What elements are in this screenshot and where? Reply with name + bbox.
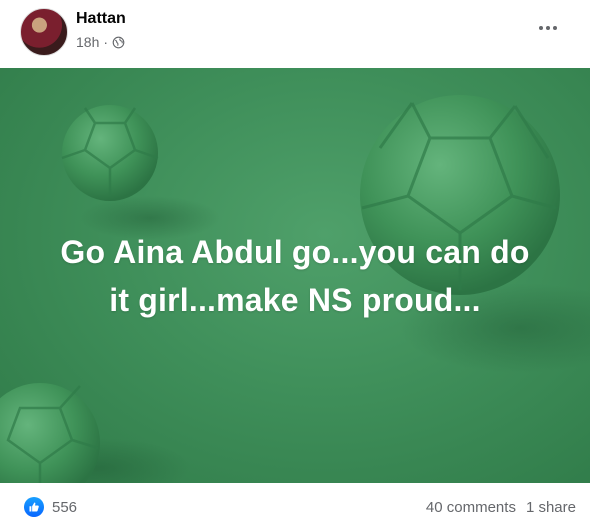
soccer-ball-bottom <box>0 383 100 483</box>
post-header: Hattan 18h · <box>0 0 590 68</box>
reaction-count[interactable]: 556 <box>52 499 77 516</box>
comments-count[interactable]: 40 comments <box>426 499 516 516</box>
avatar[interactable] <box>20 8 68 56</box>
engagement-stats: 40 comments 1 share <box>426 499 576 516</box>
post-meta: 18h · <box>76 34 125 50</box>
post-background-image: Go Aina Abdul go...you can do it girl...… <box>0 68 590 483</box>
globe-icon[interactable] <box>112 36 125 49</box>
shares-count[interactable]: 1 share <box>526 499 576 516</box>
post-text-line-2: it girl...make NS proud... <box>109 282 481 318</box>
author-name[interactable]: Hattan <box>76 10 126 28</box>
like-icon[interactable] <box>24 497 44 517</box>
post-footer: 556 40 comments 1 share <box>0 483 590 529</box>
soccer-ball-small <box>61 105 159 201</box>
post-text-line-1: Go Aina Abdul go...you can do <box>60 234 530 270</box>
post-time[interactable]: 18h <box>76 34 99 50</box>
more-options-icon[interactable] <box>530 14 566 42</box>
meta-separator: · <box>103 34 109 50</box>
post-text: Go Aina Abdul go...you can do it girl...… <box>0 228 590 324</box>
